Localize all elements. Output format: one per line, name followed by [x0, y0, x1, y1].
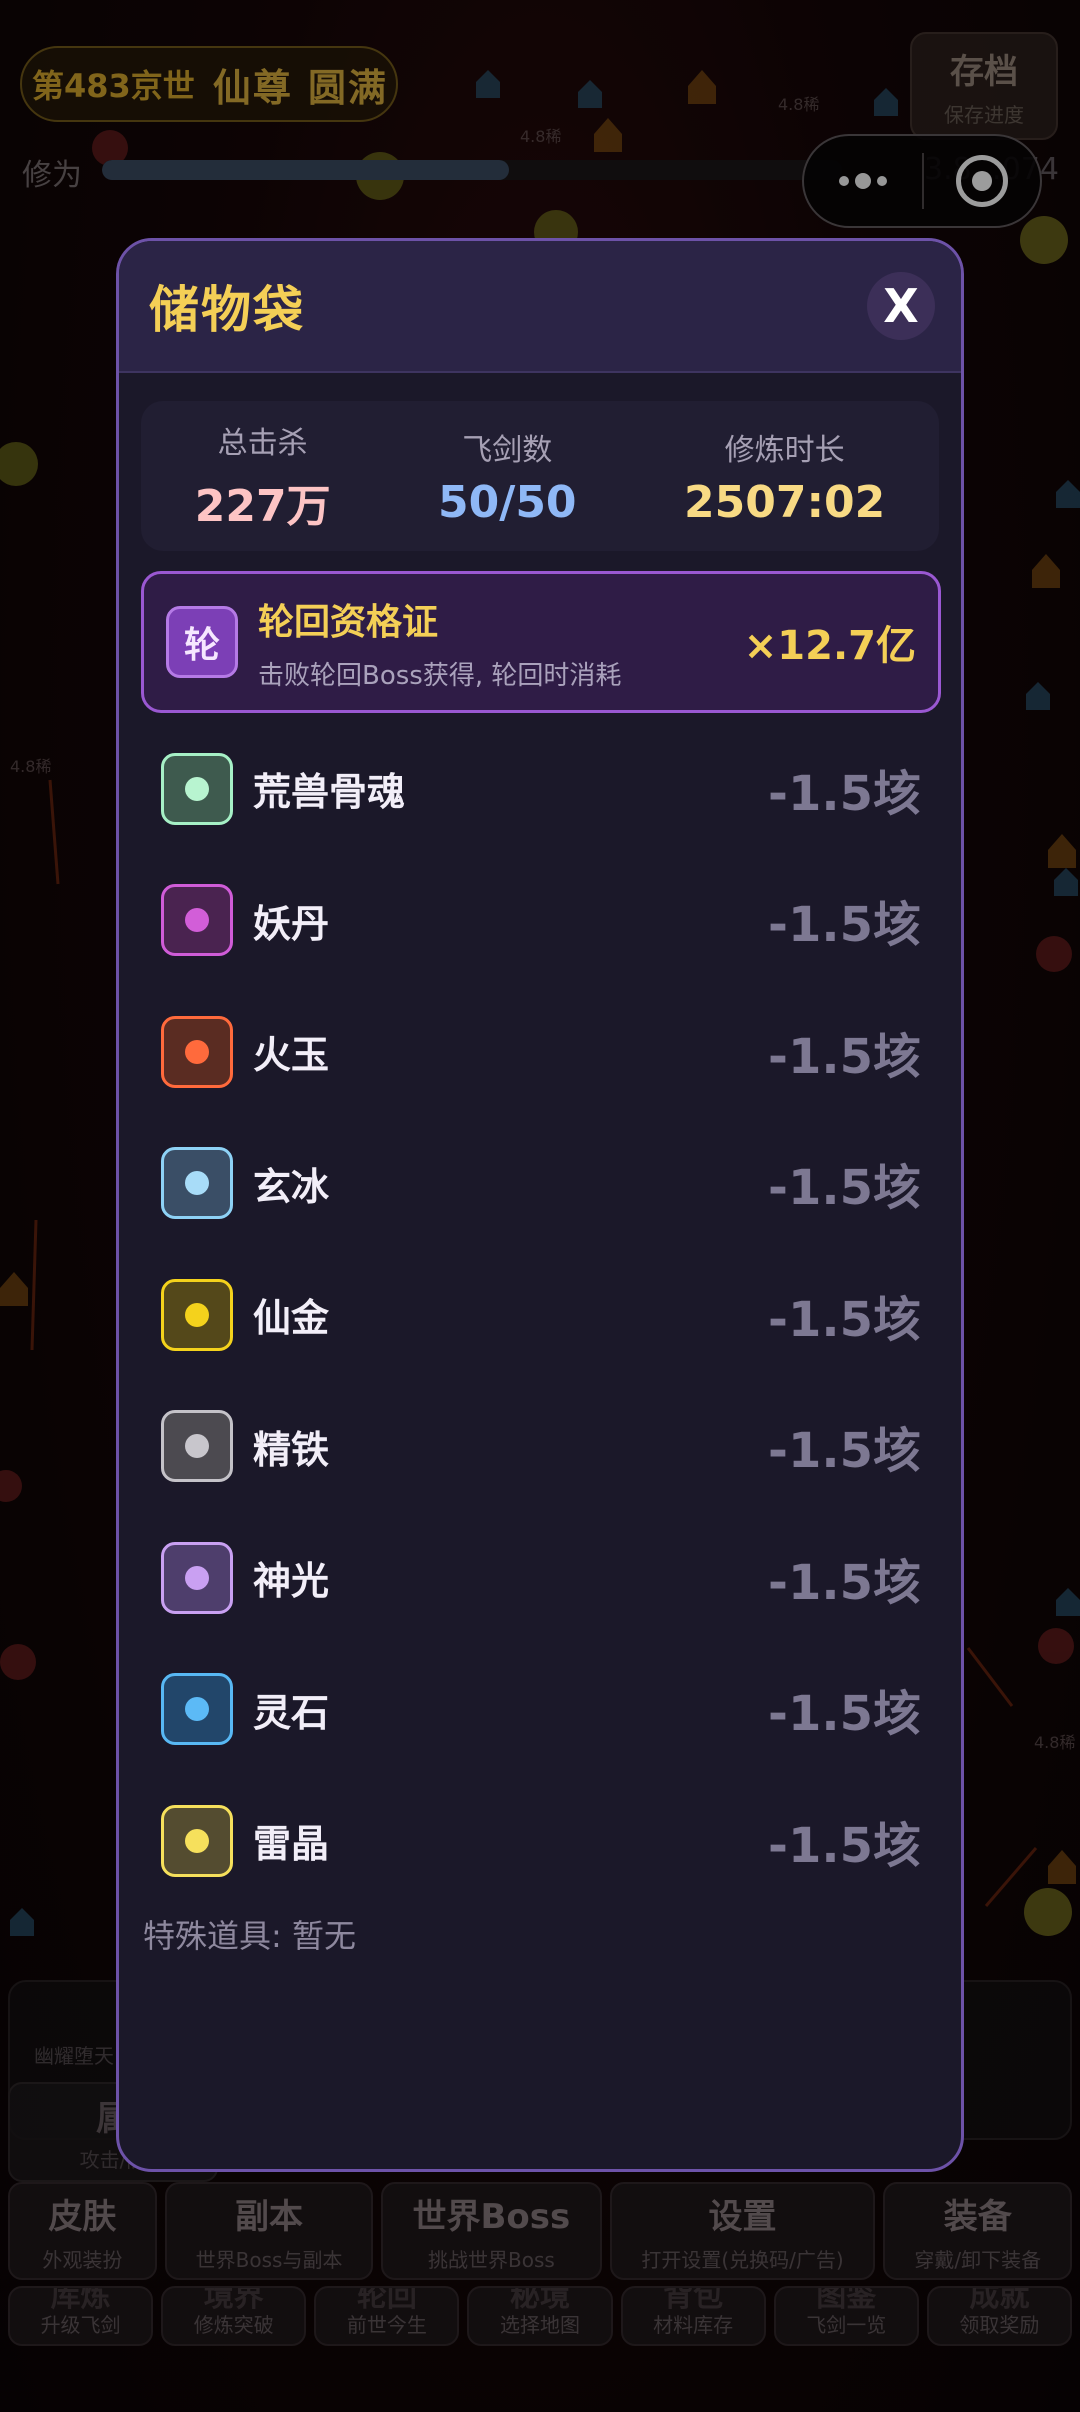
dialog-title: 储物袋 [149, 281, 305, 339]
material-gem-icon [161, 1278, 233, 1351]
material-quantity: -1.5垓 [768, 1554, 921, 1611]
material-quantity: -1.5垓 [768, 765, 921, 822]
material-quantity: -1.5垓 [768, 1028, 921, 1085]
gem-dot [185, 1828, 209, 1853]
stat-value: 2507:02 [683, 476, 886, 528]
stat-cultivation-time: 修炼时长 2507:02 [684, 425, 885, 528]
gem-dot [185, 908, 209, 933]
material-name: 妖丹 [253, 901, 330, 946]
special-items-label: 特殊道具: 暂无 [143, 1917, 356, 1955]
stat-sword-count: 飞剑数 50/50 [438, 425, 577, 528]
material-gem-icon [161, 1410, 233, 1483]
gem-dot [185, 1697, 209, 1722]
storage-bag-dialog: 储物袋 X 总击杀 227万 飞剑数 50/50 修炼时长 2507:02 轮 … [116, 238, 964, 2172]
material-quantity: -1.5垓 [768, 1817, 921, 1874]
gem-dot [185, 1302, 209, 1327]
gem-dot [185, 1565, 209, 1590]
stat-label: 总击杀 [217, 426, 308, 461]
material-item[interactable]: 仙金 -1.5垓 [161, 1249, 921, 1381]
material-item[interactable]: 精铁 -1.5垓 [161, 1381, 921, 1513]
material-list: 荒兽骨魂 -1.5垓 妖丹 -1.5垓 火玉 -1.5垓 玄冰 -1.5垓 仙金 -1.5垓 精铁 -… [161, 723, 921, 1907]
stat-label: 飞剑数 [462, 432, 553, 468]
stat-value: 50/50 [438, 476, 577, 528]
material-name: 仙金 [253, 1296, 330, 1341]
dialog-header: 储物袋 X [119, 241, 961, 373]
material-name: 神光 [253, 1559, 330, 1604]
material-gem-icon [161, 1804, 233, 1877]
material-name: 雷晶 [253, 1822, 330, 1867]
material-gem-icon [161, 1541, 233, 1614]
material-quantity: -1.5垓 [768, 1291, 921, 1348]
stats-panel: 总击杀 227万 飞剑数 50/50 修炼时长 2507:02 [141, 401, 939, 551]
featured-item-reincarnation-pass[interactable]: 轮 轮回资格证 击败轮回Boss获得, 轮回时消耗 ×12.7亿 [141, 571, 941, 713]
material-quantity: -1.5垓 [768, 1160, 921, 1217]
material-item[interactable]: 荒兽骨魂 -1.5垓 [161, 723, 921, 855]
material-name: 火玉 [253, 1033, 330, 1078]
material-gem-icon [161, 1015, 233, 1088]
material-gem-icon [161, 1673, 233, 1746]
material-name: 荒兽骨魂 [253, 770, 406, 815]
material-gem-icon [161, 1147, 233, 1220]
featured-item-name: 轮回资格证 [258, 601, 439, 643]
material-item[interactable]: 火玉 -1.5垓 [161, 986, 921, 1118]
featured-item-description: 击败轮回Boss获得, 轮回时消耗 [258, 660, 622, 691]
gem-dot [185, 1039, 209, 1064]
material-quantity: -1.5垓 [768, 1686, 921, 1743]
reincarnation-icon: 轮 [166, 606, 238, 678]
stat-label: 修炼时长 [724, 432, 845, 468]
featured-item-text: 轮回资格证 击败轮回Boss获得, 轮回时消耗 [258, 593, 744, 692]
material-item[interactable]: 神光 -1.5垓 [161, 1512, 921, 1644]
material-gem-icon [161, 752, 233, 825]
gem-dot [185, 776, 209, 801]
featured-item-count: ×12.7亿 [743, 623, 916, 669]
material-gem-icon [161, 884, 233, 957]
material-item[interactable]: 妖丹 -1.5垓 [161, 855, 921, 987]
gem-dot [185, 1171, 209, 1196]
material-item[interactable]: 雷晶 -1.5垓 [161, 1775, 921, 1907]
material-quantity: -1.5垓 [768, 897, 921, 954]
gem-dot [185, 1434, 209, 1459]
material-name: 精铁 [253, 1427, 330, 1472]
material-quantity: -1.5垓 [768, 1423, 921, 1480]
material-item[interactable]: 玄冰 -1.5垓 [161, 1118, 921, 1250]
material-item[interactable]: 灵石 -1.5垓 [161, 1644, 921, 1776]
stat-value: 227万 [194, 481, 331, 532]
close-button[interactable]: X [867, 272, 935, 340]
material-name: 玄冰 [253, 1164, 330, 1209]
stat-total-kills: 总击杀 227万 [195, 418, 331, 534]
material-name: 灵石 [253, 1690, 330, 1735]
